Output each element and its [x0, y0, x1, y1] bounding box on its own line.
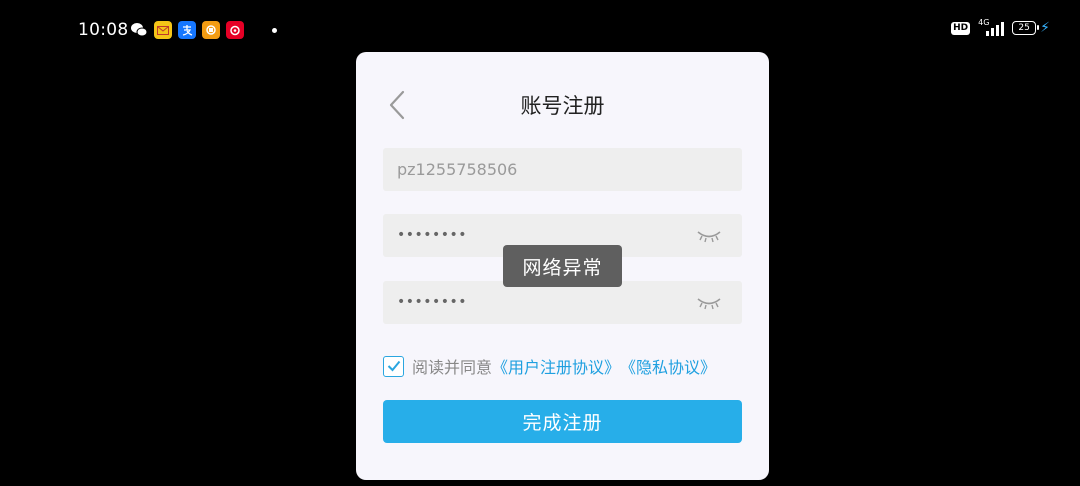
wechat-icon [130, 21, 148, 39]
mail-icon [154, 21, 172, 39]
eye-closed-icon[interactable] [696, 295, 722, 311]
battery-level: 25 [1018, 23, 1030, 33]
username-value: pz1255758506 [397, 160, 518, 179]
agreement-row: 阅读并同意 《用户注册协议》 《隐私协议》 [383, 354, 716, 378]
eye-closed-icon[interactable] [696, 228, 722, 244]
more-notifications-dot [272, 27, 277, 33]
hd-icon: HD [951, 21, 971, 35]
complete-registration-button[interactable]: 完成注册 [383, 400, 742, 443]
alipay-icon [178, 21, 196, 39]
charging-icon: ⚡ [1040, 20, 1050, 36]
status-bar: 10:08 HD 4G 25 ⚡ [0, 0, 1080, 60]
username-field[interactable]: pz1255758506 [383, 148, 742, 191]
agree-checkbox[interactable] [383, 355, 404, 377]
password-value: •••••••• [397, 227, 468, 243]
agree-text: 阅读并同意 [412, 358, 493, 377]
confirm-password-value: •••••••• [397, 294, 468, 310]
privacy-policy-link[interactable]: 《隐私协议》 [620, 354, 716, 378]
battery-icon: 25 [1012, 21, 1040, 35]
notification-icons [130, 21, 277, 39]
signal-icon: 4G [978, 18, 1005, 36]
status-time: 10:08 [78, 20, 129, 40]
user-agreement-link[interactable]: 《用户注册协议》 [492, 354, 620, 378]
check-icon [387, 360, 400, 372]
network-error-toast: 网络异常 [503, 245, 622, 287]
netease-music-icon [226, 21, 244, 39]
system-icons: HD 4G 25 ⚡ [951, 18, 1050, 36]
page-title: 账号注册 [520, 94, 605, 118]
confirm-password-field[interactable]: •••••••• [383, 281, 742, 324]
app-icon [202, 21, 220, 39]
screen: 10:08 HD 4G 25 ⚡ 账号注册 pz1255758506 •••••… [0, 0, 1080, 486]
